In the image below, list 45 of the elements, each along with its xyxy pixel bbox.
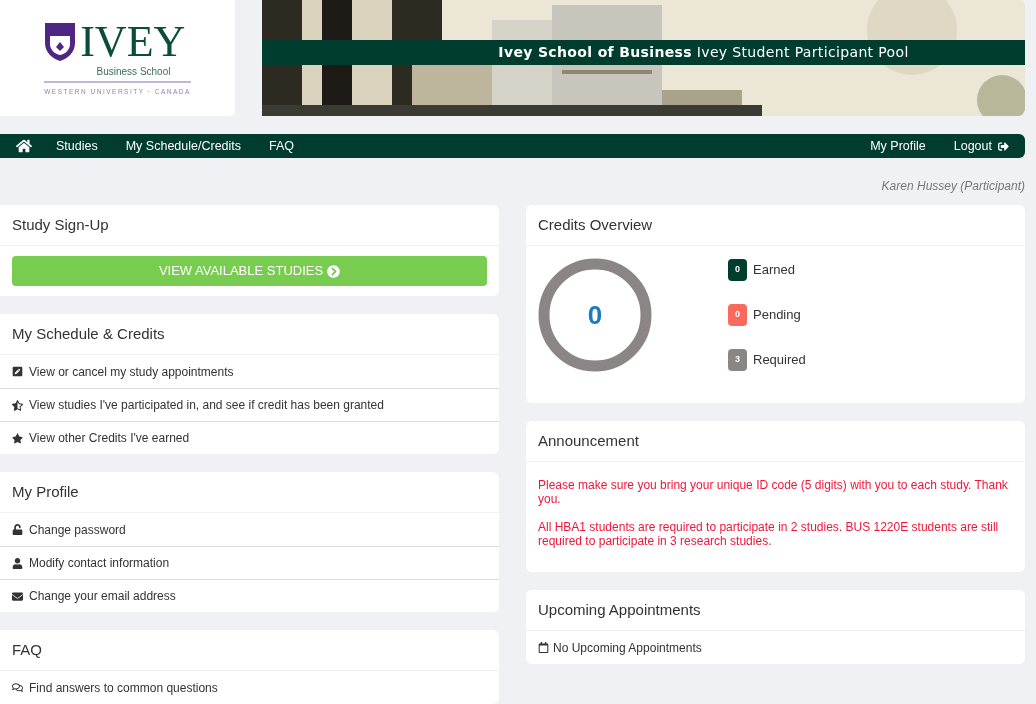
legend-label: Earned <box>753 261 795 280</box>
nav-link[interactable]: Logout <box>953 136 1009 156</box>
panel-link[interactable]: View other Credits I've earned <box>29 429 190 447</box>
edit-icon <box>12 366 23 377</box>
announcement-text: All HBA1 students are required to participate in 2 studies. BUS 1220E students are still required to participate in 3 research studies. <box>538 520 1000 548</box>
panel-link[interactable]: Find answers to common questions <box>29 678 218 697</box>
panel-title: Announcement <box>538 432 639 449</box>
panel-link[interactable]: Change password <box>29 520 126 539</box>
count-badge: 0 <box>728 259 747 281</box>
count-badge: 0 <box>728 304 747 326</box>
legend-label: Required <box>753 351 806 370</box>
panel-title: My Schedule & Credits <box>12 325 165 342</box>
panel-title: Credits Overview <box>538 216 653 233</box>
legend-label: Pending <box>753 306 801 325</box>
banner-title: Ivey School of Business Ivey Student Participant Pool <box>262 40 1025 65</box>
nav-link[interactable]: FAQ <box>269 136 295 156</box>
panel-title: FAQ <box>12 641 42 658</box>
empty-message: No Upcoming Appointments <box>553 639 702 657</box>
credits-total: 0 <box>587 302 603 328</box>
calendar-icon <box>538 642 549 653</box>
announcement-text: Please make sure you bring your unique ID code (5 digits) with you to each study. Thank you. <box>538 478 1009 506</box>
panel-title: Upcoming Appointments <box>538 601 701 618</box>
panel-link[interactable]: View or cancel my study appointments <box>29 362 234 381</box>
user-icon <box>12 557 23 569</box>
envelope-icon <box>12 590 23 602</box>
user-name: Karen Hussey (Participant) <box>881 178 1025 195</box>
nav-link[interactable]: Studies <box>56 136 98 156</box>
chevron-icon <box>327 264 341 278</box>
star-icon <box>12 432 23 444</box>
panel-link[interactable]: Change your email address <box>29 587 176 605</box>
panel-title: My Profile <box>12 483 79 500</box>
logo-wordmark: IVEY <box>80 19 186 64</box>
panel-link[interactable]: Modify contact information <box>29 554 170 572</box>
unlock-icon <box>12 524 23 535</box>
chat-icon <box>12 682 23 693</box>
panel-link[interactable]: View studies I've participated in, and see if credit has been granted <box>29 396 384 414</box>
nav-link[interactable]: My Schedule/Credits <box>125 136 242 156</box>
half-star-icon <box>12 399 23 411</box>
logout-icon <box>998 140 1009 152</box>
count-badge: 3 <box>728 349 747 371</box>
logo-subtitle: Business School <box>95 64 171 79</box>
nav-link[interactable]: My Profile <box>870 136 926 156</box>
shield-icon <box>44 21 77 62</box>
home-icon[interactable] <box>16 138 32 154</box>
panel-title: Study Sign-Up <box>12 216 109 233</box>
